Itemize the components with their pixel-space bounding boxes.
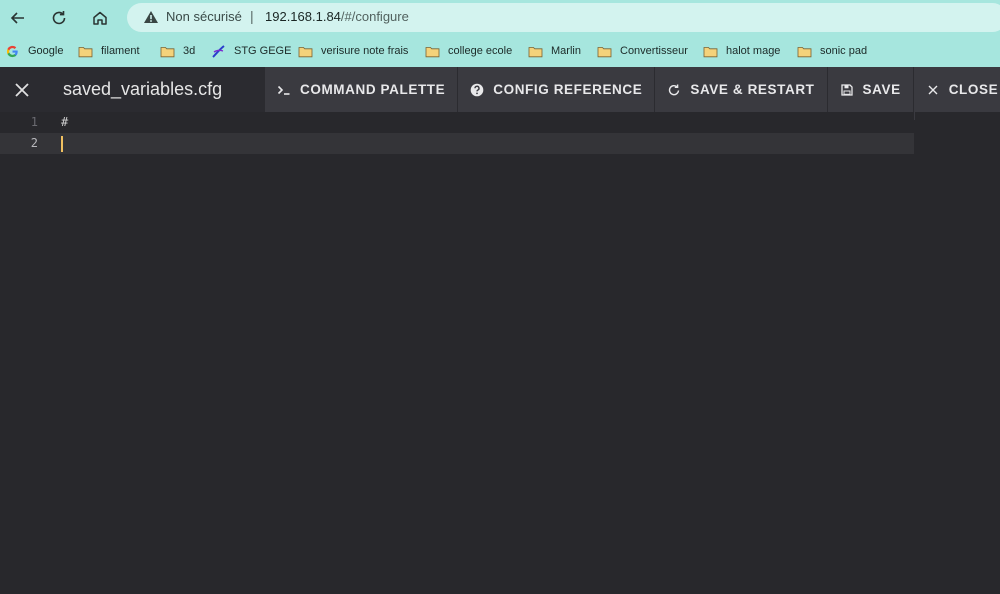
save-restart-button[interactable]: SAVE & RESTART [654,67,827,112]
folder-icon [298,46,313,57]
home-icon [93,11,107,25]
editor-line[interactable]: 1 # [0,112,914,133]
bookmark-verisure-note-frais[interactable]: verisure note frais [298,42,408,60]
url-text[interactable]: 192.168.1.84/#/configure [265,9,409,24]
bookmark-3d[interactable]: 3d [160,42,195,60]
config-reference-label: CONFIG REFERENCE [493,82,643,97]
url-host: 192.168.1.84 [265,9,341,24]
url-separator: | [250,8,254,24]
close-icon [928,85,938,94]
arrow-left-icon [10,11,24,24]
bookmark-label: sonic pad [820,45,868,57]
home-button[interactable] [86,4,114,31]
bookmark-sonic-pad[interactable]: sonic pad [797,42,867,60]
save-button[interactable]: SAVE [826,67,913,112]
address-bar[interactable]: Non sécurisé | 192.168.1.84/#/configure [127,3,1000,32]
security-status-text[interactable]: Non sécurisé [166,9,242,24]
bookmark-label: 3d [183,45,196,57]
bookmark-stg-gege[interactable]: STG GEGE [211,42,291,60]
command-palette-button[interactable]: COMMAND PALETTE [264,67,458,112]
bookmarks-bar: Google filament 3d STG GEGE verisure not… [0,35,1000,67]
save-label: SAVE [862,82,901,97]
bookmark-label: filament [101,45,140,57]
folder-icon [425,46,440,57]
bookmark-college-ecole[interactable]: college ecole [425,42,512,60]
bookmark-filament[interactable]: filament [78,42,140,60]
text-cursor [61,136,63,152]
bookmark-label: Marlin [551,45,581,57]
folder-icon [528,46,543,57]
editor-actions: COMMAND PALETTE CONFIG REFERENCE SAVE & … [264,67,1000,112]
restart-icon [669,84,680,95]
bookmark-marlin[interactable]: Marlin [528,42,581,60]
reload-button[interactable] [45,4,73,31]
editor-ruler [914,112,915,120]
close-icon [15,82,29,97]
reload-icon [52,10,66,24]
close-editor-button[interactable] [0,67,44,112]
console-icon [277,85,290,95]
folder-icon [597,46,612,57]
line-number: 1 [30,115,38,129]
google-icon [6,45,18,57]
back-button[interactable] [4,4,32,31]
folder-icon [703,46,718,57]
code-editor[interactable]: 1 # 2 [0,112,1000,594]
bookmark-label: Convertisseur [620,45,688,57]
warning-triangle-icon[interactable] [143,10,159,24]
bookmark-halot-mage[interactable]: halot mage [703,42,780,60]
editor-line-current[interactable]: 2 [0,133,914,154]
url-path: /#/configure [340,9,409,24]
editor-header: saved_variables.cfg COMMAND PALETTE CONF… [0,67,1000,112]
line-number: 2 [30,136,38,150]
config-reference-button[interactable]: CONFIG REFERENCE [457,67,655,112]
stg-logo-icon [212,44,225,58]
bookmark-label: halot mage [726,45,781,57]
bookmark-label: STG GEGE [234,45,292,57]
bookmark-label: verisure note frais [321,45,409,57]
close-button[interactable]: CLOSE [912,67,1000,112]
folder-icon [160,46,175,57]
bookmark-label: Google [28,45,64,57]
file-name-title: saved_variables.cfg [63,79,223,99]
help-circle-icon [470,83,484,96]
browser-toolbar: Non sécurisé | 192.168.1.84/#/configure [0,0,1000,35]
bookmark-label: college ecole [448,45,513,57]
command-palette-label: COMMAND PALETTE [300,82,446,97]
line-text[interactable]: # [61,112,68,133]
close-label: CLOSE [948,82,999,97]
floppy-icon [840,83,853,96]
bookmark-google[interactable]: Google [5,42,63,60]
bookmark-convertisseur[interactable]: Convertisseur [597,42,688,60]
folder-icon [797,46,812,57]
save-restart-label: SAVE & RESTART [690,82,815,97]
folder-icon [78,46,93,57]
